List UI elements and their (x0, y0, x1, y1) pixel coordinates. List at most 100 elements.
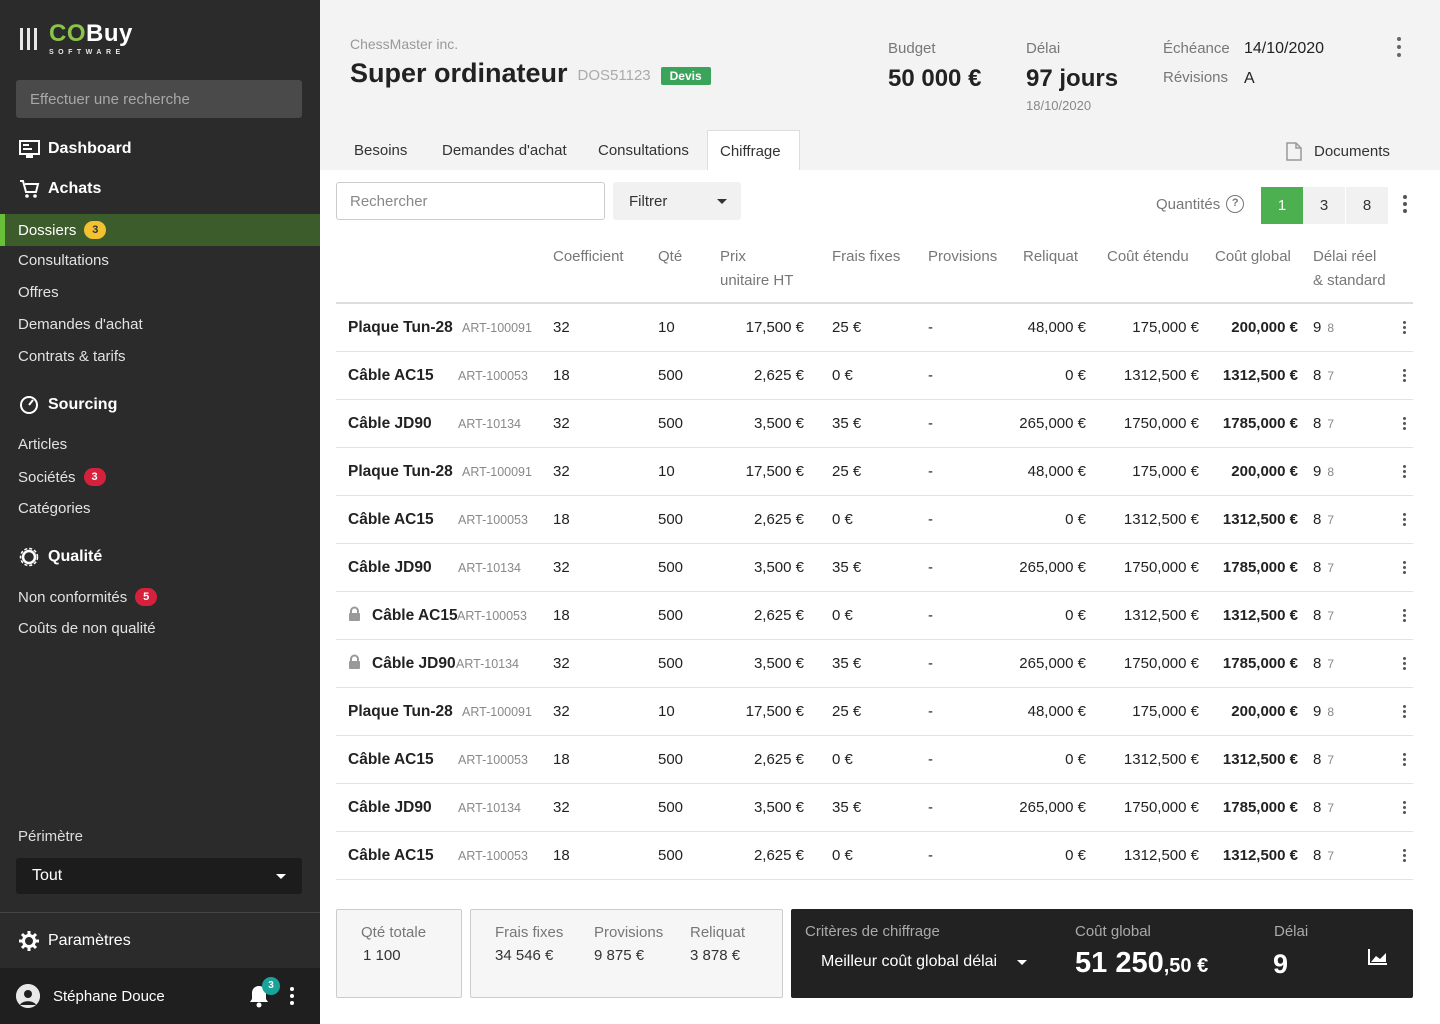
header-menu-icon[interactable] (1397, 37, 1401, 57)
row-menu-icon[interactable] (1403, 561, 1406, 574)
row-menu-icon[interactable] (1403, 369, 1406, 382)
table-row[interactable]: Plaque Tun-28 ART-100091 32 10 17,500 €25 € -… (336, 304, 1413, 352)
row-menu-icon[interactable] (1403, 609, 1406, 622)
nav-item-demandes[interactable]: Demandes d'achat (18, 316, 143, 333)
col-header-cout-etendu: Coût étendu (1107, 248, 1189, 265)
cell-article-name[interactable]: Câble AC15 (372, 592, 458, 640)
chart-icon[interactable] (1368, 948, 1388, 970)
cell-cout-global: 1312,500 € (1222, 367, 1298, 384)
help-icon[interactable]: ? (1226, 195, 1245, 213)
quantity-button-3[interactable]: 3 (1303, 187, 1345, 224)
lock-icon (348, 654, 361, 675)
row-menu-icon[interactable] (1403, 753, 1406, 766)
table-row[interactable]: Plaque Tun-28 ART-100091 32 10 17,500 €25 € -… (336, 448, 1413, 496)
cell-delai-standard: 8 (1327, 705, 1335, 719)
cell-article-name[interactable]: Câble AC15 (348, 832, 434, 880)
cell-reliquat: 0 € (1065, 367, 1086, 384)
cell-prix: 17,500 € (745, 703, 804, 720)
cell-delai-reel: 8 (1313, 847, 1322, 864)
row-menu-icon[interactable] (1403, 513, 1406, 526)
filter-label: Filtrer (629, 192, 668, 210)
cell-frais: 0 € (832, 607, 853, 624)
table-row[interactable]: Câble JD90 ART-10134 32 500 3,500 €35 € -265,… (336, 400, 1413, 448)
row-menu-icon[interactable] (1403, 801, 1406, 814)
criteres-select[interactable]: Meilleur coût global délai (821, 953, 1028, 971)
cell-article-name[interactable]: Plaque Tun-28 (348, 304, 453, 352)
cell-article-name[interactable]: Câble JD90 (348, 544, 432, 592)
col-header-coefficient: Coefficient (553, 248, 624, 265)
table-row[interactable]: Câble JD90 ART-10134 32 500 3,500 €35 € -265,… (336, 784, 1413, 832)
user-menu-icon[interactable] (290, 987, 294, 1005)
row-menu-icon[interactable] (1403, 417, 1406, 430)
nav-dashboard[interactable]: Dashboard (18, 138, 132, 160)
nav-item-contrats[interactable]: Contrats & tarifs (18, 348, 126, 365)
row-menu-icon[interactable] (1403, 657, 1406, 670)
cell-article-name[interactable]: Câble AC15 (348, 352, 434, 400)
logo[interactable]: COBuy SOFTWARE (20, 22, 133, 56)
avatar[interactable] (16, 984, 40, 1008)
table-row[interactable]: Câble AC15 ART-100053 18 500 2,625 €0 € -0 €1… (336, 496, 1413, 544)
cell-article-name[interactable]: Câble AC15 (348, 496, 434, 544)
perimetre-select[interactable]: Tout (16, 858, 302, 894)
search-input[interactable] (336, 182, 605, 220)
tab-chiffrage[interactable]: Chiffrage (707, 130, 800, 170)
col-header-qte: Qté (658, 248, 683, 265)
row-menu-icon[interactable] (1403, 465, 1406, 478)
col-header-prix-line2: unitaire HT (720, 272, 794, 289)
table-row[interactable]: Câble JD90 ART-10134 32 500 3,500 €35 € -265,… (336, 640, 1413, 688)
nav-sourcing[interactable]: Sourcing (18, 394, 117, 416)
tab-besoins[interactable]: Besoins (354, 130, 407, 170)
nav-qualite[interactable]: Qualité (18, 546, 102, 568)
table-row[interactable]: Câble AC15 ART-100053 18 500 2,625 €0 € -0 €1… (336, 352, 1413, 400)
row-menu-icon[interactable] (1403, 705, 1406, 718)
cell-delai-standard: 7 (1327, 753, 1335, 767)
cell-article-name[interactable]: Plaque Tun-28 (348, 448, 453, 496)
table-row[interactable]: Câble JD90 ART-10134 32 500 3,500 €35 € -265,… (336, 544, 1413, 592)
nav-item-societes[interactable]: Sociétés 3 (18, 468, 106, 486)
cell-article-name[interactable]: Câble JD90 (348, 400, 432, 448)
cell-article-name[interactable]: Câble JD90 (348, 784, 432, 832)
row-menu-icon[interactable] (1403, 849, 1406, 862)
cell-article-name[interactable]: Câble JD90 (372, 640, 456, 688)
cell-delai-reel: 9 (1313, 703, 1322, 720)
delai-value: 97 jours (1026, 65, 1119, 92)
nav-parametres[interactable]: Paramètres (18, 930, 131, 952)
tab-demandes-achat[interactable]: Demandes d'achat (442, 130, 567, 170)
nav-achats[interactable]: Achats (18, 178, 101, 200)
nav-item-articles[interactable]: Articles (18, 436, 67, 453)
tab-consultations[interactable]: Consultations (598, 130, 689, 170)
cell-prix: 2,625 € (753, 847, 804, 864)
quality-icon (18, 546, 40, 568)
table-row[interactable]: Plaque Tun-28 ART-100091 32 10 17,500 €25 € -… (336, 688, 1413, 736)
nav-item-dossiers-label: Dossiers (18, 221, 77, 239)
user-name[interactable]: Stéphane Douce (53, 988, 165, 1005)
nav-item-offres[interactable]: Offres (18, 284, 59, 301)
gauge-icon (18, 394, 40, 416)
cell-coefficient: 18 (553, 367, 570, 384)
cell-cout-global: 1312,500 € (1222, 751, 1298, 768)
nav-parametres-label: Paramètres (48, 932, 131, 949)
nav-item-non-conformites[interactable]: Non conformités 5 (18, 588, 158, 606)
quantity-button-1[interactable]: 1 (1261, 187, 1303, 224)
cell-article-name[interactable]: Câble AC15 (348, 736, 434, 784)
table-row[interactable]: Câble AC15 ART-100053 18 500 2,625 €0 € -0 €1… (336, 592, 1413, 640)
table-row[interactable]: Câble AC15 ART-100053 18 500 2,625 €0 € -0 €1… (336, 736, 1413, 784)
row-menu-icon[interactable] (1403, 321, 1406, 334)
nav-item-dossiers[interactable]: Dossiers 3 (0, 214, 320, 246)
documents-link[interactable]: Documents (1286, 142, 1390, 161)
quantity-button-8[interactable]: 8 (1346, 187, 1388, 224)
cell-delai-standard: 7 (1327, 513, 1335, 527)
sidebar-search-input[interactable] (16, 80, 302, 118)
table-menu-icon[interactable] (1403, 195, 1407, 213)
cell-coefficient: 32 (553, 415, 570, 432)
cell-frais: 35 € (832, 655, 862, 672)
cell-provisions: - (928, 607, 933, 624)
nav-item-consultations[interactable]: Consultations (18, 252, 109, 269)
cell-reliquat: 48,000 € (1027, 703, 1086, 720)
nav-item-categories[interactable]: Catégories (18, 500, 91, 517)
nav-item-couts-non-qualite[interactable]: Coûts de non qualité (18, 620, 156, 637)
filter-select[interactable]: Filtrer (613, 182, 741, 220)
cell-delai-standard: 7 (1327, 609, 1335, 623)
cell-article-name[interactable]: Plaque Tun-28 (348, 688, 453, 736)
table-row[interactable]: Câble AC15 ART-100053 18 500 2,625 €0 € -0 €1… (336, 832, 1413, 880)
